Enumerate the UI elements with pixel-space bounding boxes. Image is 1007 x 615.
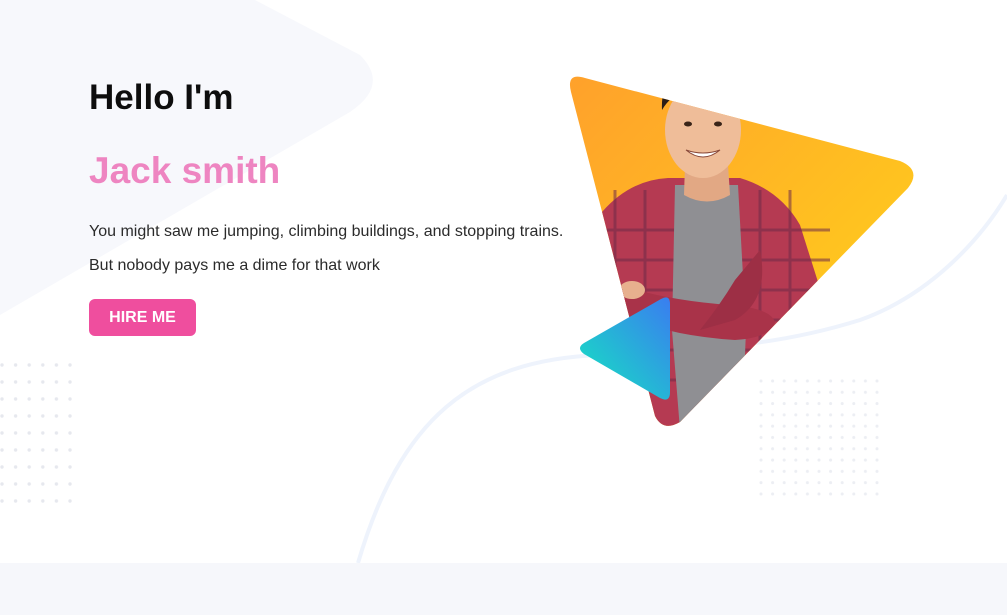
hero-section: Hello I'm Jack smith You might saw me ju… <box>0 0 1007 563</box>
hero-illustration <box>569 76 914 426</box>
bottom-section-band <box>0 563 1007 615</box>
bio-line-2: But nobody pays me a dime for that work <box>89 257 380 274</box>
bio-line-1: You might saw me jumping, climbing build… <box>89 223 564 240</box>
name-heading: Jack smith <box>89 150 281 191</box>
play-triangle-shape <box>580 297 670 400</box>
hire-me-button[interactable]: HIRE ME <box>89 299 196 336</box>
dot-grid-left <box>0 360 75 508</box>
greeting-heading: Hello I'm <box>89 78 234 117</box>
